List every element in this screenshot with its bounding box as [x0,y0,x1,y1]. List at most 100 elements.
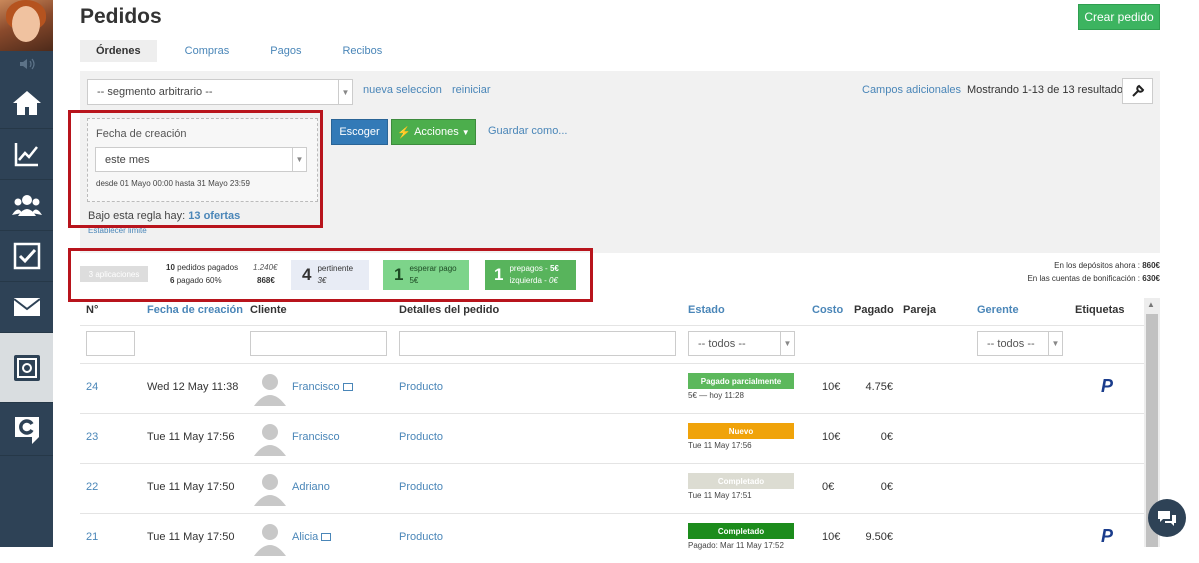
header-paid: Pagado [854,304,894,316]
order-details-link[interactable]: Producto [399,431,443,443]
client-link[interactable]: Francisco [292,381,353,393]
client-filter-input[interactable] [250,331,387,356]
new-selection-link[interactable]: nueva seleccion [363,84,442,96]
deposits-line: En los depósitos ahora : 860€ [1054,261,1160,270]
table-row[interactable]: 22 Tue 11 May 17:50 Adriano Producto Complet… [80,463,1146,513]
client-name: Francisco [292,431,340,443]
paid-value: 0€ [880,431,893,443]
table-row[interactable]: 24 Wed 12 May 11:38 Francisco Producto Paga… [80,363,1146,413]
highlight-frame [68,248,593,302]
order-number-link[interactable]: 23 [86,431,98,443]
table-row[interactable]: 21 Tue 11 May 17:50 Alicia Producto Complet… [80,513,1146,563]
bonus-value: 630€ [1142,274,1160,283]
header-date[interactable]: Fecha de creación [147,304,243,316]
checkbox-icon[interactable] [0,231,53,282]
order-date: Tue 11 May 17:56 [147,431,235,443]
status-note: 5€ — hoy 11:28 [688,391,744,400]
paid-value: 0€ [880,481,893,493]
header-status[interactable]: Estado [688,304,725,316]
order-date: Wed 12 May 11:38 [147,381,239,393]
tab-receipts[interactable]: Recibos [326,40,398,62]
id-card-icon [342,383,353,392]
paid-value: 4.75€ [865,381,893,393]
user-placeholder-icon [254,374,286,406]
wrench-icon[interactable] [1122,78,1153,104]
order-details-link[interactable]: Producto [399,381,443,393]
chat-button[interactable] [1148,499,1186,537]
actions-button-label: Acciones [414,126,459,138]
cost-value: 0€ [822,481,835,493]
extra-fields-link[interactable]: Campos adicionales [862,84,961,96]
save-as-link[interactable]: Guardar como... [488,125,567,137]
num-filter-input[interactable] [86,331,135,356]
chart-icon[interactable] [0,129,53,180]
scroll-up-icon[interactable]: ▲ [1147,300,1155,309]
user-placeholder-icon [254,524,286,556]
client-name: Adriano [292,481,330,493]
results-count: Mostrando 1-13 de 13 resultados. [967,84,1132,96]
paid-value: 9.50€ [865,531,893,543]
page-title: Pedidos [80,5,162,28]
details-filter-input[interactable] [399,331,676,356]
order-number-link[interactable]: 21 [86,531,98,543]
client-link[interactable]: Francisco [292,431,340,443]
status-note: Tue 11 May 17:51 [688,491,752,500]
id-card-icon [321,533,332,542]
segment-select-value: -- segmento arbitrario -- [97,86,213,98]
reset-link[interactable]: reiniciar [452,84,491,96]
order-details-link[interactable]: Producto [399,531,443,543]
bonus-label: En las cuentas de bonificación : [1027,274,1140,283]
tab-bar: Órdenes Compras Pagos Recibos [80,40,398,62]
user-avatar[interactable] [0,0,53,51]
order-number-link[interactable]: 22 [86,481,98,493]
order-details-link[interactable]: Producto [399,481,443,493]
choose-button[interactable]: Escoger [331,119,388,145]
caret-down-icon: ▼ [461,127,470,137]
client-link[interactable]: Adriano [292,481,330,493]
status-badge: Nuevo [688,423,794,439]
header-client: Cliente [250,304,287,316]
lightning-icon: ⚡ [397,126,412,139]
tab-orders[interactable]: Órdenes [80,40,157,62]
cost-value: 10€ [822,431,841,443]
logo-icon[interactable] [0,405,53,456]
user-placeholder-icon [254,424,286,456]
highlight-frame [68,110,323,228]
order-date: Tue 11 May 17:50 [147,531,235,543]
status-badge: Completado [688,473,794,489]
header-num[interactable]: N° [86,304,98,316]
header-partner: Pareja [903,304,937,316]
table-row[interactable]: 23 Tue 11 May 17:56 Francisco Producto Nuevo… [80,413,1146,463]
cost-value: 10€ [822,381,841,393]
tab-purchases[interactable]: Compras [169,40,246,62]
actions-button[interactable]: ⚡ Acciones ▼ [391,119,476,145]
header-manager[interactable]: Gerente [977,304,1019,316]
manager-filter-value: -- todos -- [987,337,1035,350]
header-tags: Etiquetas [1075,304,1125,316]
manager-filter-select[interactable]: -- todos -- ▼ [977,331,1063,356]
deposits-label: En los depósitos ahora : [1054,261,1140,270]
status-note: Tue 11 May 17:56 [688,441,752,450]
home-icon[interactable] [0,78,53,129]
header-cost[interactable]: Costo [812,304,843,316]
status-filter-select[interactable]: -- todos -- ▼ [688,331,795,356]
chevron-down-icon: ▼ [338,80,352,104]
cost-value: 10€ [822,531,841,543]
safe-icon[interactable] [0,333,53,403]
segment-select[interactable]: -- segmento arbitrario -- ▼ [87,79,353,105]
speaker-icon[interactable] [0,51,53,77]
paypal-icon: P [1101,376,1114,396]
user-placeholder-icon [254,474,286,506]
chevron-down-icon: ▼ [780,332,794,355]
status-filter-value: -- todos -- [698,337,746,350]
client-link[interactable]: Alicia [292,531,332,543]
header-details: Detalles del pedido [399,304,500,316]
chat-icon [1158,511,1176,526]
sidebar [0,0,53,547]
create-order-button[interactable]: Crear pedido [1078,4,1160,30]
chevron-down-icon: ▼ [1048,332,1062,355]
mail-icon[interactable] [0,282,53,333]
tab-payments[interactable]: Pagos [254,40,317,62]
users-icon[interactable] [0,180,53,231]
order-number-link[interactable]: 24 [86,381,98,393]
